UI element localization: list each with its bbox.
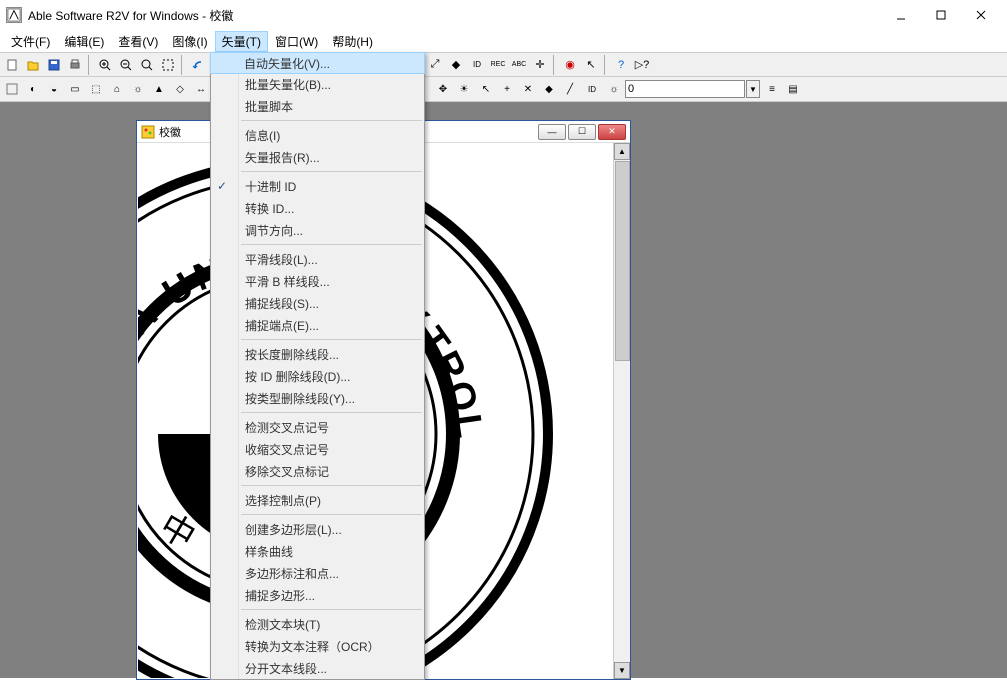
menu-image[interactable]: 图像(I) — [165, 31, 214, 52]
combo-dropdown-icon[interactable]: ▼ — [746, 80, 760, 98]
app-icon — [6, 7, 22, 23]
save-icon[interactable] — [44, 55, 64, 75]
t2-icon-plus[interactable]: + — [497, 79, 517, 99]
doc-close-button[interactable]: ✕ — [598, 124, 626, 140]
menuitem-snap-endpoint[interactable]: 捕捉端点(E)... — [211, 314, 424, 336]
t2-icon-7[interactable]: ☼ — [128, 79, 148, 99]
tool-id-icon[interactable]: ID — [467, 55, 487, 75]
tool-pointer-icon[interactable]: ↖ — [581, 55, 601, 75]
check-icon: ✓ — [217, 179, 227, 193]
t2-icon-10[interactable]: ↔ — [191, 79, 211, 99]
t2-icon-cross[interactable]: ✕ — [518, 79, 538, 99]
open-icon[interactable] — [23, 55, 43, 75]
menuitem-remove-cross-marks[interactable]: 移除交叉点标记 — [211, 460, 424, 482]
menuitem-adjust-direction[interactable]: 调节方向... — [211, 219, 424, 241]
app-title: Able Software R2V for Windows - 校徽 — [28, 7, 233, 24]
menu-edit[interactable]: 编辑(E) — [57, 31, 111, 52]
menuitem-batch-vectorize[interactable]: 批量矢量化(B)... — [211, 73, 424, 95]
menu-window[interactable]: 窗口(W) — [268, 31, 325, 52]
menuitem-split-text-segment[interactable]: 分开文本线段... — [211, 657, 424, 679]
t2-icon-8[interactable]: ▲ — [149, 79, 169, 99]
doc-icon — [141, 125, 155, 139]
zoom-out-icon[interactable] — [116, 55, 136, 75]
tool-eraser-icon[interactable]: ◉ — [560, 55, 580, 75]
new-icon[interactable] — [2, 55, 22, 75]
menuitem-snap-segment[interactable]: 捕捉线段(S)... — [211, 292, 424, 314]
t2-icon-6[interactable]: ⌂ — [107, 79, 127, 99]
menu-view[interactable]: 查看(V) — [111, 31, 165, 52]
t2-icon-5[interactable]: ⬚ — [86, 79, 106, 99]
menuitem-vector-report[interactable]: 矢量报告(R)... — [211, 146, 424, 168]
menu-file[interactable]: 文件(F) — [4, 31, 57, 52]
main-toolbar: ✋ ℹ ▤ ↖ A ▦ ◧ ✥ ⤢ ◆ ID REC ABC ✛ ◉ ↖ ? ▷… — [0, 52, 1007, 77]
tool-rec-icon[interactable]: REC — [488, 55, 508, 75]
minimize-button[interactable] — [881, 2, 921, 28]
t2-icon-11[interactable]: ✥ — [433, 79, 453, 99]
tool-help-icon[interactable]: ? — [611, 55, 631, 75]
menuitem-smooth-segment[interactable]: 平滑线段(L)... — [211, 248, 424, 270]
menu-help[interactable]: 帮助(H) — [325, 31, 380, 52]
print-icon[interactable] — [65, 55, 85, 75]
tool-anchor-icon[interactable]: ◆ — [446, 55, 466, 75]
t2-icon-line[interactable]: ╱ — [560, 79, 580, 99]
zoom-in-icon[interactable] — [95, 55, 115, 75]
titlebar: Able Software R2V for Windows - 校徽 — [0, 0, 1007, 30]
menuitem-decimal-id[interactable]: ✓十进制 ID — [211, 175, 424, 197]
scroll-down-icon[interactable]: ▼ — [614, 662, 630, 679]
scroll-thumb[interactable] — [615, 161, 630, 361]
toolbar-combo[interactable] — [625, 80, 745, 98]
menuitem-delete-by-id[interactable]: 按 ID 删除线段(D)... — [211, 365, 424, 387]
t2-icon-arrange1[interactable]: ≡ — [762, 79, 782, 99]
menuitem-select-control-points[interactable]: 选择控制点(P) — [211, 489, 424, 511]
close-button[interactable] — [961, 2, 1001, 28]
menuitem-info[interactable]: 信息(I) — [211, 124, 424, 146]
menuitem-detect-text-block[interactable]: 检测文本块(T) — [211, 613, 424, 635]
menuitem-polygon-label-points[interactable]: 多边形标注和点... — [211, 562, 424, 584]
menuitem-smooth-bspline[interactable]: 平滑 B 样线段... — [211, 270, 424, 292]
doc-title: 校徽 — [159, 124, 181, 140]
undo-icon[interactable] — [188, 55, 208, 75]
t2-icon-arrange2[interactable]: ▤ — [783, 79, 803, 99]
maximize-button[interactable] — [921, 2, 961, 28]
vector-menu-dropdown: 自动矢量化(V)... 批量矢量化(B)... 批量脚本 信息(I) 矢量报告(… — [210, 52, 425, 680]
doc-vertical-scrollbar[interactable]: ▲ ▼ — [613, 143, 630, 679]
workarea: 校徽 — ☐ ✕ — [0, 102, 1007, 678]
t2-icon-node[interactable]: ◆ — [539, 79, 559, 99]
t2-icon-1[interactable] — [2, 79, 22, 99]
tool-pick-icon[interactable]: ⤢ — [425, 55, 445, 75]
doc-maximize-button[interactable]: ☐ — [568, 124, 596, 140]
scroll-up-icon[interactable]: ▲ — [614, 143, 630, 160]
zoom-region-icon[interactable] — [158, 55, 178, 75]
t2-icon-9[interactable]: ◇ — [170, 79, 190, 99]
menuitem-delete-by-type[interactable]: 按类型删除线段(Y)... — [211, 387, 424, 409]
tool-target-icon[interactable]: ✛ — [530, 55, 550, 75]
menuitem-snap-polygon[interactable]: 捕捉多边形... — [211, 584, 424, 606]
t2-icon-cursor[interactable]: ↖ — [476, 79, 496, 99]
window-controls — [881, 2, 1001, 28]
zoom-fit-icon[interactable] — [137, 55, 157, 75]
tool-whatsthis-icon[interactable]: ▷? — [632, 55, 652, 75]
t2-icon-12[interactable]: ☀ — [454, 79, 474, 99]
menuitem-shrink-cross[interactable]: 收缩交叉点记号 — [211, 438, 424, 460]
t2-icon-3[interactable]: ◒ — [44, 79, 64, 99]
doc-minimize-button[interactable]: — — [538, 124, 566, 140]
menuitem-create-polygon-layer[interactable]: 创建多边形层(L)... — [211, 518, 424, 540]
menuitem-detect-cross[interactable]: 检测交叉点记号 — [211, 416, 424, 438]
secondary-toolbar: ◐ ◒ ▭ ⬚ ⌂ ☼ ▲ ◇ ↔ ✥ ☀ ↖ + ✕ ◆ ╱ ID ☼ ▼ ≡… — [0, 77, 1007, 102]
menuitem-spline-curve[interactable]: 样条曲线 — [211, 540, 424, 562]
t2-icon-2[interactable]: ◐ — [23, 79, 43, 99]
menuitem-delete-by-length[interactable]: 按长度删除线段... — [211, 343, 424, 365]
menubar: 文件(F) 编辑(E) 查看(V) 图像(I) 矢量(T) 窗口(W) 帮助(H… — [0, 30, 1007, 52]
menuitem-convert-id[interactable]: 转换 ID... — [211, 197, 424, 219]
menuitem-auto-vectorize[interactable]: 自动矢量化(V)... — [210, 52, 425, 74]
menuitem-batch-script[interactable]: 批量脚本 — [211, 95, 424, 117]
t2-icon-sun[interactable]: ☼ — [604, 79, 624, 99]
menuitem-ocr[interactable]: 转换为文本注释（OCR） — [211, 635, 424, 657]
menu-vector[interactable]: 矢量(T) — [215, 31, 268, 52]
t2-icon-id[interactable]: ID — [582, 79, 602, 99]
t2-icon-4[interactable]: ▭ — [65, 79, 85, 99]
tool-abc-icon[interactable]: ABC — [509, 55, 529, 75]
